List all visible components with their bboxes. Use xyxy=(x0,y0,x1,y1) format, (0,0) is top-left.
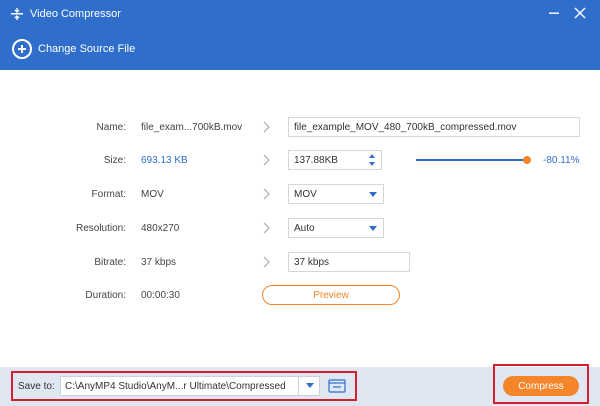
original-name: file_exam...700kB.mov xyxy=(141,122,243,133)
open-folder-icon[interactable] xyxy=(328,377,346,395)
size-slider-track[interactable] xyxy=(416,159,527,161)
format-select-value: MOV xyxy=(294,188,317,200)
close-icon[interactable] xyxy=(572,5,588,21)
change-source-file-label: Change Source File xyxy=(38,43,136,55)
chevron-right-icon xyxy=(263,121,270,133)
compressor-app-icon xyxy=(11,8,23,20)
stepper-arrows-icon[interactable] xyxy=(367,152,377,168)
size-label: Size: xyxy=(103,155,126,166)
toolbar: Change Source File xyxy=(0,28,600,70)
save-path-dropdown[interactable] xyxy=(298,376,320,396)
resolution-select-value: Auto xyxy=(294,222,315,234)
format-label: Format: xyxy=(91,189,126,200)
duration-label: Duration: xyxy=(85,290,126,301)
output-bitrate-input[interactable]: 37 kbps xyxy=(288,252,410,272)
save-to-label: Save to: xyxy=(18,381,55,392)
dropdown-arrow-icon xyxy=(369,226,377,231)
resolution-label: Resolution: xyxy=(75,223,126,234)
output-size-value: 137.88KB xyxy=(294,154,338,166)
output-name-input[interactable]: file_example_MOV_480_700kB_compressed.mo… xyxy=(288,117,580,137)
output-size-stepper[interactable]: 137.88KB xyxy=(288,150,382,170)
window-title: Video Compressor xyxy=(30,8,121,20)
change-source-file-button[interactable]: Change Source File xyxy=(12,39,135,59)
minimize-icon[interactable] xyxy=(546,5,562,21)
dropdown-arrow-icon xyxy=(369,192,377,197)
original-bitrate: 37 kbps xyxy=(141,257,177,268)
save-path-input[interactable]: C:\AnyMP4 Studio\AnyM...r Ultimate\Compr… xyxy=(60,376,320,396)
original-duration: 00:00:30 xyxy=(141,290,180,301)
original-size: 693.13 KB xyxy=(141,155,188,166)
original-resolution: 480x270 xyxy=(141,223,180,234)
resolution-select[interactable]: Auto xyxy=(288,218,384,238)
bitrate-label: Bitrate: xyxy=(94,257,126,268)
size-reduction-percent: -80.11% xyxy=(543,155,580,166)
dropdown-arrow-icon xyxy=(306,383,314,388)
chevron-right-icon xyxy=(263,256,270,268)
chevron-right-icon xyxy=(263,154,270,166)
chevron-right-icon xyxy=(263,222,270,234)
preview-button[interactable]: Preview xyxy=(262,285,400,305)
original-format: MOV xyxy=(141,189,164,200)
size-slider-thumb[interactable] xyxy=(523,156,531,164)
plus-circle-icon xyxy=(12,39,32,59)
compress-button[interactable]: Compress xyxy=(503,376,579,396)
format-select[interactable]: MOV xyxy=(288,184,384,204)
title-bar: Video Compressor xyxy=(0,0,600,28)
chevron-right-icon xyxy=(263,188,270,200)
name-label: Name: xyxy=(96,122,126,133)
